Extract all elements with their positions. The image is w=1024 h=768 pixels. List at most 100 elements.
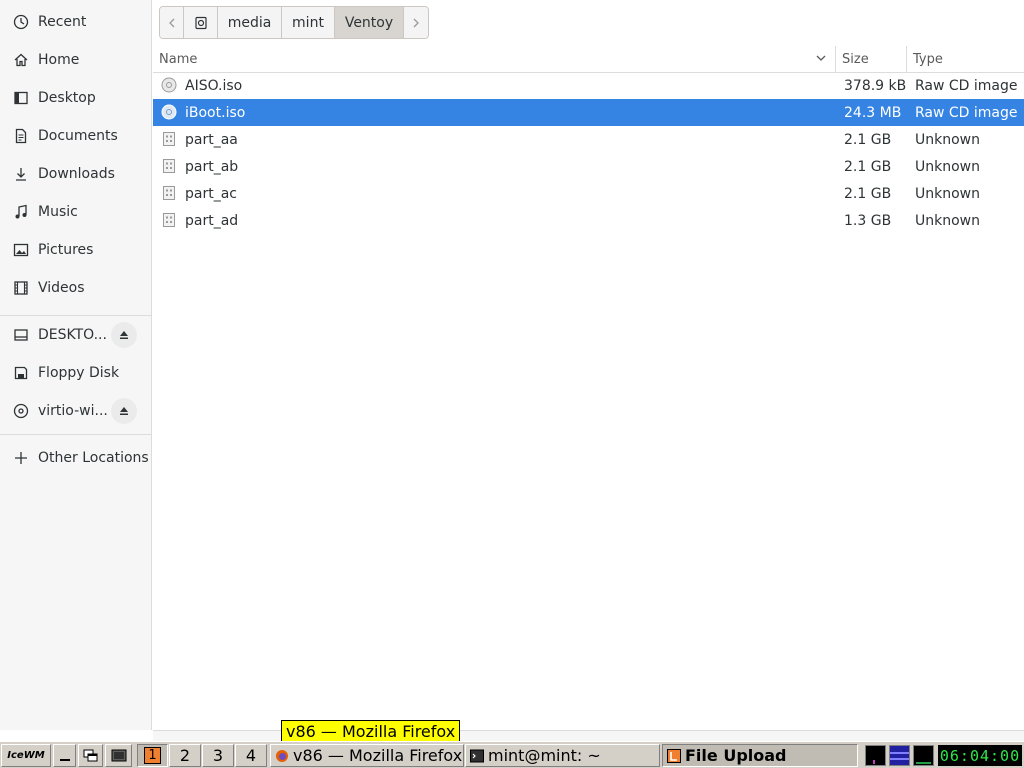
start-menu-button[interactable]: IceWM (1, 744, 51, 767)
workspace-label: 3 (212, 746, 224, 765)
file-size: 1.3 GB (844, 212, 892, 229)
sidebar-item-label: Desktop (38, 90, 96, 106)
unknown-file-icon (163, 186, 175, 200)
task-firefox[interactable]: v86 — Mozilla Firefox (270, 744, 464, 767)
path-segment-media[interactable]: media (218, 7, 282, 38)
taskbar: IceWM 1 2 3 4 v86 — Mozilla Firefox mint… (0, 741, 1024, 768)
eject-button[interactable] (111, 398, 137, 424)
network-monitor-icon (889, 745, 910, 766)
file-size: 2.1 GB (844, 131, 892, 148)
file-row-part-ac[interactable]: part_ac 2.1 GB Unknown (153, 180, 1024, 207)
workspace-3-button[interactable]: 3 (202, 744, 234, 767)
firefox-icon (276, 749, 288, 762)
sidebar-item-floppy-disk[interactable]: Floppy Disk (0, 355, 151, 391)
sidebar-item-recent[interactable]: Recent (0, 4, 151, 40)
file-row-aiso[interactable]: AISO.iso 378.9 kB Raw CD image (153, 72, 1024, 99)
sidebar-item-desktop[interactable]: Desktop (0, 80, 151, 116)
clock[interactable]: 06:04:00 (938, 745, 1022, 766)
show-desktop-button[interactable] (53, 744, 76, 767)
task-label: mint@mint: ~ (488, 746, 601, 765)
file-name: iBoot.iso (185, 104, 246, 121)
sidebar-item-label: Pictures (38, 242, 94, 258)
file-type: Unknown (915, 158, 980, 175)
path-bar: media mint Ventoy (159, 6, 429, 39)
sidebar-divider (0, 434, 151, 435)
sidebar-item-music[interactable]: Music (0, 194, 151, 230)
sidebar-item-pictures[interactable]: Pictures (0, 232, 151, 268)
places-sidebar: Recent Home Desktop Documents Downloads (0, 0, 152, 730)
document-icon (12, 127, 30, 145)
sidebar-item-videos[interactable]: Videos (0, 270, 151, 306)
sidebar-item-home[interactable]: Home (0, 42, 151, 78)
sidebar-item-virtio[interactable]: virtio-wi... (0, 393, 151, 429)
unknown-file-icon (163, 132, 175, 146)
file-name: part_ab (185, 158, 239, 175)
path-segment-ventoy[interactable]: Ventoy (335, 7, 404, 38)
terminal-icon (470, 749, 484, 762)
file-type: Raw CD image (915, 104, 1018, 121)
sidebar-item-label: DESKTO... (38, 327, 107, 343)
workspace-4-button[interactable]: 4 (235, 744, 267, 767)
file-row-part-ab[interactable]: part_ab 2.1 GB Unknown (153, 153, 1024, 180)
sidebar-item-other-locations[interactable]: Other Locations (0, 440, 151, 476)
path-root-button[interactable] (184, 7, 218, 38)
memory-monitor-icon (913, 745, 934, 766)
file-type: Unknown (915, 212, 980, 229)
minimize-all-icon (59, 758, 70, 761)
desktop-icon (12, 89, 30, 107)
sidebar-item-downloads[interactable]: Downloads (0, 156, 151, 192)
taskbar-tooltip: v86 — Mozilla Firefox (281, 720, 461, 742)
optical-disc-icon (12, 402, 30, 420)
column-header-size[interactable]: Size (835, 46, 906, 72)
file-name: part_aa (185, 131, 238, 148)
sidebar-item-device-desktop[interactable]: DESKTO... (0, 317, 151, 353)
file-size: 378.9 kB (844, 77, 907, 94)
file-row-part-aa[interactable]: part_aa 2.1 GB Unknown (153, 126, 1024, 153)
column-header-label: Type (913, 51, 943, 67)
disc-image-icon (161, 104, 177, 120)
sidebar-item-label: Downloads (38, 166, 115, 182)
file-row-part-ad[interactable]: part_ad 1.3 GB Unknown (153, 207, 1024, 234)
path-scroll-right-button[interactable] (404, 7, 428, 38)
eject-button[interactable] (111, 322, 137, 348)
drive-icon (12, 326, 30, 344)
column-header-type[interactable]: Type (906, 46, 1024, 72)
path-scroll-left-button[interactable] (160, 7, 184, 38)
clock-icon (12, 13, 30, 31)
file-name: part_ad (185, 212, 239, 229)
file-size: 2.1 GB (844, 185, 892, 202)
file-size: 24.3 MB (844, 104, 902, 121)
sidebar-item-label: Other Locations (38, 450, 149, 466)
sort-chevron-down-icon (816, 55, 826, 61)
download-icon (12, 165, 30, 183)
cpu-monitor-icon (865, 745, 886, 766)
sidebar-item-label: Documents (38, 128, 118, 144)
workspace-label: 1 (144, 747, 161, 764)
workspace-label: 4 (245, 746, 257, 765)
window-list-button[interactable] (78, 744, 103, 767)
workspace-2-button[interactable]: 2 (169, 744, 201, 767)
sidebar-item-documents[interactable]: Documents (0, 118, 151, 154)
column-header-name[interactable]: Name (153, 46, 835, 72)
path-segment-mint[interactable]: mint (282, 7, 335, 38)
file-list: Name Size Type AISO.iso 378.9 kB Raw CD … (153, 46, 1024, 730)
workspace-1-button[interactable]: 1 (137, 744, 168, 767)
file-type: Unknown (915, 131, 980, 148)
sidebar-item-label: Floppy Disk (38, 365, 120, 381)
task-terminal[interactable]: mint@mint: ~ (465, 744, 660, 767)
sidebar-item-label: Recent (38, 14, 87, 30)
file-row-iboot[interactable]: iBoot.iso 24.3 MB Raw CD image (153, 99, 1024, 126)
column-header-label: Name (159, 51, 198, 67)
drive-icon (194, 16, 207, 29)
sidebar-divider (0, 315, 151, 316)
file-name: part_ac (185, 185, 237, 202)
file-type: Unknown (915, 185, 980, 202)
file-upload-icon (667, 748, 681, 763)
home-icon (12, 51, 30, 69)
music-icon (12, 203, 30, 221)
task-file-upload[interactable]: File Upload (662, 744, 858, 767)
file-size: 2.1 GB (844, 158, 892, 175)
screen-icon (111, 749, 126, 761)
unknown-file-icon (163, 159, 175, 173)
terminal-launcher-button[interactable] (105, 744, 132, 767)
